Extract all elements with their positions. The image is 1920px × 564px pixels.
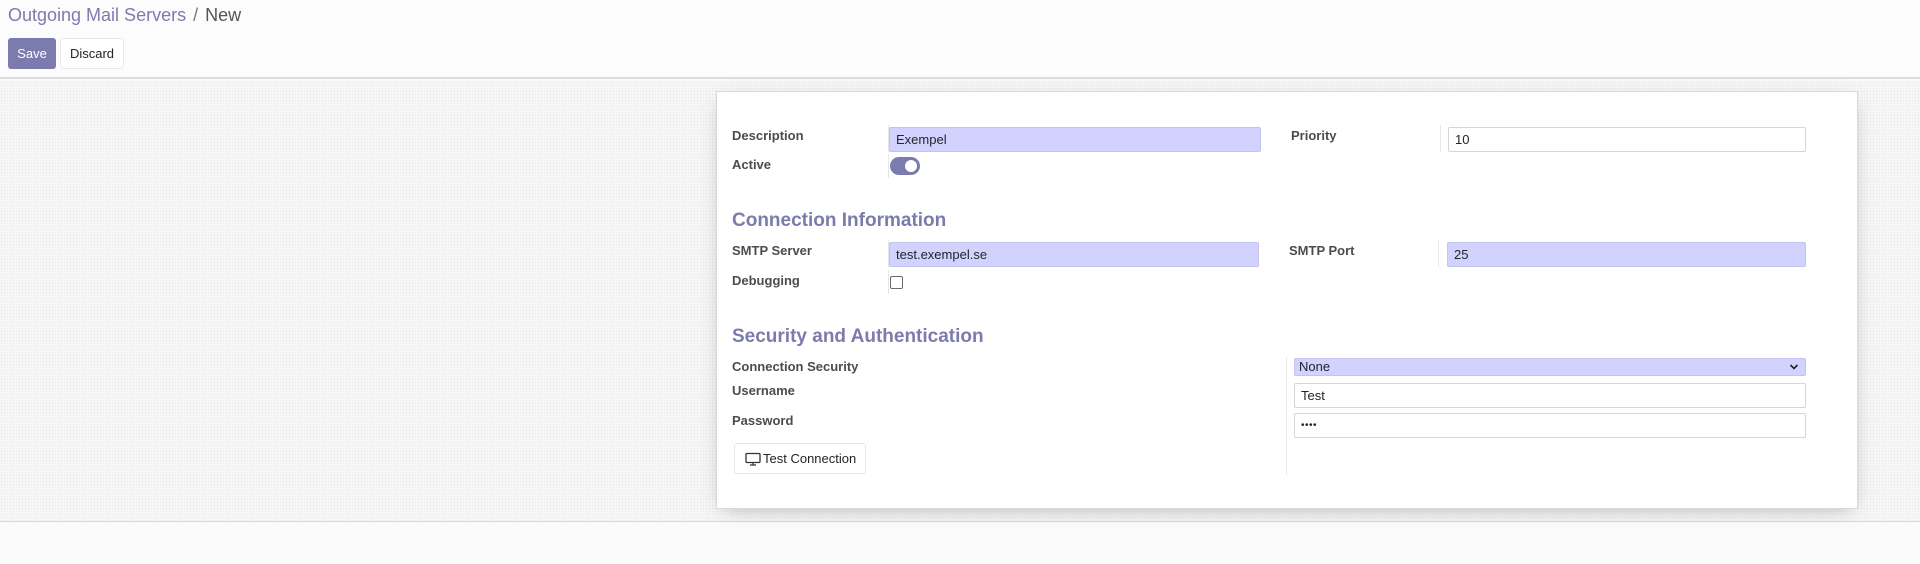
save-button[interactable]: Save bbox=[8, 38, 56, 69]
toggle-knob bbox=[905, 160, 917, 172]
priority-input[interactable] bbox=[1448, 127, 1806, 152]
breadcrumb-current: New bbox=[205, 5, 242, 25]
priority-label: Priority bbox=[1291, 128, 1337, 143]
username-label: Username bbox=[732, 383, 795, 398]
debugging-label: Debugging bbox=[732, 273, 800, 288]
control-panel: Outgoing Mail Servers / New Save Discard bbox=[0, 0, 1920, 79]
field-separator bbox=[1286, 357, 1287, 475]
discard-button[interactable]: Discard bbox=[60, 38, 124, 69]
smtp-server-input[interactable] bbox=[889, 242, 1259, 267]
field-separator bbox=[1440, 125, 1441, 152]
chevron-down-icon bbox=[1789, 364, 1799, 370]
password-input[interactable]: •••• bbox=[1294, 413, 1806, 438]
connection-security-value: None bbox=[1299, 359, 1331, 374]
password-label: Password bbox=[732, 413, 794, 428]
field-separator bbox=[1438, 240, 1439, 267]
username-input[interactable] bbox=[1294, 383, 1806, 408]
breadcrumb-separator: / bbox=[193, 5, 199, 25]
breadcrumb-parent-link[interactable]: Outgoing Mail Servers bbox=[8, 5, 186, 25]
smtp-server-label: SMTP Server bbox=[732, 243, 812, 258]
field-separator bbox=[888, 154, 889, 178]
connection-security-select[interactable]: None bbox=[1294, 358, 1806, 376]
test-connection-button[interactable]: Test Connection bbox=[734, 443, 867, 474]
form-sheet: Description Priority Active Connection I… bbox=[716, 91, 1858, 509]
debugging-checkbox[interactable] bbox=[890, 276, 903, 289]
breadcrumb: Outgoing Mail Servers / New bbox=[8, 5, 241, 25]
description-input[interactable] bbox=[889, 127, 1261, 152]
footer-area bbox=[0, 523, 1920, 564]
connection-security-label: Connection Security bbox=[732, 359, 859, 374]
monitor-icon bbox=[745, 452, 761, 466]
security-authentication-title: Security and Authentication bbox=[732, 326, 984, 347]
smtp-port-input[interactable] bbox=[1447, 242, 1806, 267]
field-separator bbox=[888, 270, 889, 294]
smtp-port-label: SMTP Port bbox=[1289, 243, 1355, 258]
active-label: Active bbox=[732, 157, 772, 172]
test-connection-label: Test Connection bbox=[763, 451, 857, 466]
description-label: Description bbox=[732, 128, 804, 143]
connection-information-title: Connection Information bbox=[732, 210, 947, 231]
active-toggle[interactable] bbox=[890, 157, 920, 175]
